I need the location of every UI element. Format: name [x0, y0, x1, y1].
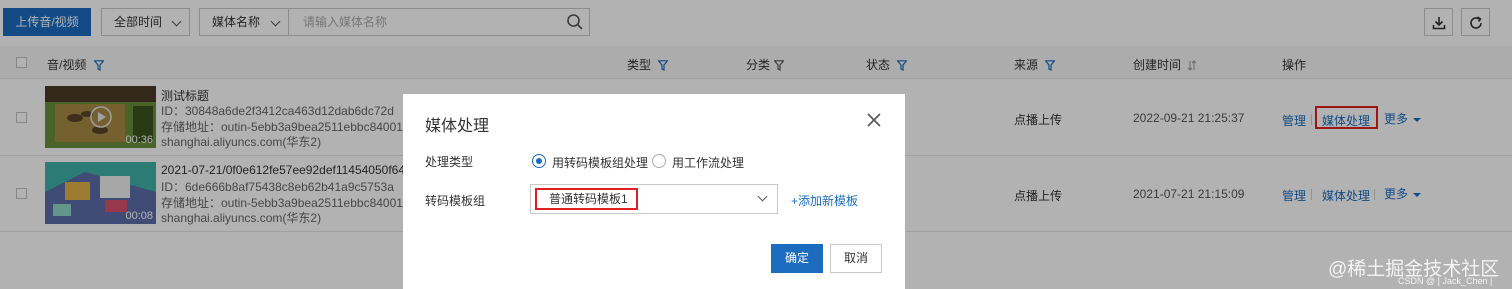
template-group-value: 普通转码模板1 [535, 188, 638, 210]
add-template-link[interactable]: +添加新模板 [791, 192, 858, 209]
media-process-dialog: 媒体处理 处理类型 用转码模板组处理 用工作流处理 转码模板组 普通转码模板1 … [403, 94, 905, 289]
dialog-title: 媒体处理 [425, 118, 490, 135]
cancel-button[interactable]: 取消 [830, 244, 882, 273]
radio-template-group[interactable] [532, 154, 546, 168]
chevron-down-icon [757, 191, 768, 202]
close-icon[interactable] [865, 111, 883, 129]
radio-workflow[interactable] [652, 154, 666, 168]
template-group-label: 转码模板组 [425, 194, 486, 208]
template-group-select[interactable]: 普通转码模板1 [530, 184, 778, 214]
watermark-sub: CSDN @ | Jack_Chen | [1398, 276, 1493, 286]
process-type-label: 处理类型 [425, 155, 474, 169]
radio-template-group-label[interactable]: 用转码模板组处理 [552, 154, 648, 171]
radio-workflow-label[interactable]: 用工作流处理 [672, 154, 744, 171]
confirm-button[interactable]: 确定 [771, 244, 823, 273]
